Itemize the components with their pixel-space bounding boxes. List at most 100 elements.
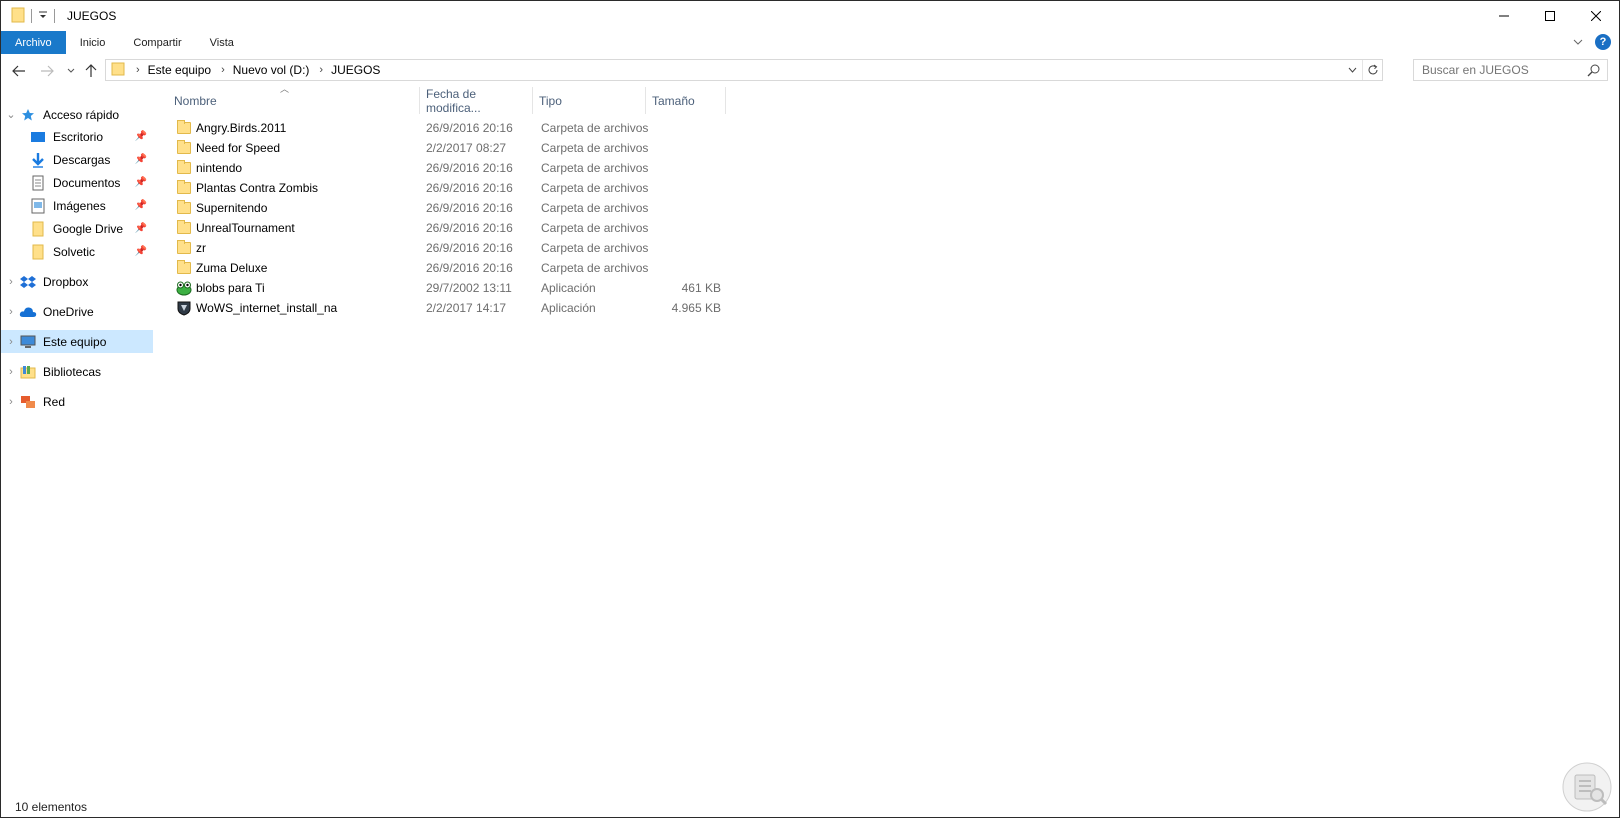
search-input[interactable] xyxy=(1422,63,1582,77)
file-type: Aplicación xyxy=(541,281,596,295)
tab-compartir[interactable]: Compartir xyxy=(119,31,195,54)
file-row[interactable]: Zuma Deluxe 26/9/2016 20:16 Carpeta de a… xyxy=(168,258,728,278)
file-name: WoWS_internet_install_na xyxy=(196,301,338,315)
file-date: 26/9/2016 20:16 xyxy=(426,161,513,175)
nav-item-onedrive[interactable]: › OneDrive xyxy=(1,300,153,323)
refresh-button[interactable] xyxy=(1362,60,1382,80)
folder-icon xyxy=(110,61,126,80)
search-box[interactable] xyxy=(1413,59,1608,81)
nav-item-descargas[interactable]: Descargas 📌 xyxy=(1,148,153,171)
address-bar[interactable]: › Este equipo › Nuevo vol (D:) › JUEGOS xyxy=(105,59,1383,81)
breadcrumb-nuevo-vol[interactable]: Nuevo vol (D:) xyxy=(233,63,310,77)
file-row[interactable]: Angry.Birds.2011 26/9/2016 20:16 Carpeta… xyxy=(168,118,728,138)
file-size: 461 KB xyxy=(681,281,721,295)
file-row[interactable]: nintendo 26/9/2016 20:16 Carpeta de arch… xyxy=(168,158,728,178)
chevron-down-icon[interactable]: ⌄ xyxy=(1,108,19,121)
toolbar-divider xyxy=(31,9,32,23)
breadcrumb-separator-icon[interactable]: › xyxy=(221,64,225,76)
nav-item-documentos[interactable]: Documentos 📌 xyxy=(1,171,153,194)
file-row[interactable]: WoWS_internet_install_na 2/2/2017 14:17 … xyxy=(168,298,728,318)
folder-icon xyxy=(176,220,192,236)
tab-vista[interactable]: Vista xyxy=(196,31,248,54)
recent-locations-button[interactable] xyxy=(61,61,81,81)
maximize-button[interactable] xyxy=(1527,1,1573,31)
column-header-type[interactable]: Tipo xyxy=(533,87,646,114)
up-button[interactable] xyxy=(81,61,101,81)
file-type: Carpeta de archivos xyxy=(541,141,649,155)
file-name: UnrealTournament xyxy=(196,221,295,235)
tab-inicio[interactable]: Inicio xyxy=(66,31,120,54)
pin-icon[interactable]: 📌 xyxy=(135,177,147,188)
window-title: JUEGOS xyxy=(67,9,117,23)
close-button[interactable] xyxy=(1573,1,1619,31)
nav-item-bibliotecas[interactable]: › Bibliotecas xyxy=(1,360,153,383)
file-name: Zuma Deluxe xyxy=(196,261,268,275)
chevron-right-icon[interactable]: › xyxy=(1,306,19,318)
folder-icon xyxy=(176,240,192,256)
column-header-date[interactable]: Fecha de modifica... xyxy=(420,87,533,115)
file-row[interactable]: blobs para Ti 29/7/2002 13:11 Aplicación… xyxy=(168,278,728,298)
pin-icon[interactable]: 📌 xyxy=(135,131,147,142)
minimize-button[interactable] xyxy=(1481,1,1527,31)
file-date: 2/2/2017 08:27 xyxy=(426,141,507,155)
expand-ribbon-icon[interactable] xyxy=(1573,35,1583,49)
back-button[interactable] xyxy=(9,61,29,81)
breadcrumb-separator-icon[interactable]: › xyxy=(319,64,323,76)
file-type: Carpeta de archivos xyxy=(541,161,649,175)
file-type: Carpeta de archivos xyxy=(541,261,649,275)
pin-icon[interactable]: 📌 xyxy=(135,223,147,234)
nav-item-label: Escritorio xyxy=(53,129,104,144)
status-item-count: 10 elementos xyxy=(15,800,88,814)
document-icon xyxy=(29,175,47,191)
nav-item-label: Este equipo xyxy=(43,334,107,349)
file-row[interactable]: Plantas Contra Zombis 26/9/2016 20:16 Ca… xyxy=(168,178,728,198)
nav-item-label: Google Drive xyxy=(53,221,124,236)
nav-item-red[interactable]: › Red xyxy=(1,390,153,413)
nav-item-label: Documentos xyxy=(53,175,121,190)
file-row[interactable]: zr 26/9/2016 20:16 Carpeta de archivos xyxy=(168,238,728,258)
pin-icon[interactable]: 📌 xyxy=(135,154,147,165)
nav-item-este-equipo[interactable]: › Este equipo xyxy=(1,330,153,353)
nav-item-solvetic[interactable]: Solvetic 📌 xyxy=(1,240,153,263)
chevron-right-icon[interactable]: › xyxy=(1,276,19,288)
pin-icon[interactable]: 📌 xyxy=(135,200,147,211)
libraries-icon xyxy=(19,364,37,380)
nav-item-quick-access[interactable]: ⌄ Acceso rápido xyxy=(1,103,153,126)
nav-item-dropbox[interactable]: › Dropbox xyxy=(1,270,153,293)
file-row[interactable]: Need for Speed 2/2/2017 08:27 Carpeta de… xyxy=(168,138,728,158)
chevron-right-icon[interactable]: › xyxy=(1,396,19,408)
nav-item-google-drive[interactable]: Google Drive 📌 xyxy=(1,217,153,240)
explorer-window: JUEGOS Archivo Inicio Compartir Vista ? xyxy=(0,0,1620,818)
file-size: 4.965 KB xyxy=(671,301,721,315)
nav-item-label: Imágenes xyxy=(53,198,106,213)
column-header-size[interactable]: Tamaño xyxy=(646,87,726,114)
help-icon[interactable]: ? xyxy=(1595,34,1611,50)
forward-button[interactable] xyxy=(37,61,57,81)
search-icon[interactable] xyxy=(1587,63,1601,80)
pictures-icon xyxy=(29,198,47,214)
column-header-name[interactable]: Nombre xyxy=(168,87,420,114)
breadcrumb-este-equipo[interactable]: Este equipo xyxy=(148,63,211,77)
file-date: 2/2/2017 14:17 xyxy=(426,301,507,315)
file-type: Carpeta de archivos xyxy=(541,201,649,215)
file-type: Carpeta de archivos xyxy=(541,241,649,255)
tab-archivo[interactable]: Archivo xyxy=(1,31,66,54)
nav-item-imagenes[interactable]: Imágenes 📌 xyxy=(1,194,153,217)
file-row[interactable]: Supernitendo 26/9/2016 20:16 Carpeta de … xyxy=(168,198,728,218)
ribbon-tabs: Archivo Inicio Compartir Vista ? xyxy=(1,31,1619,54)
file-row[interactable]: UnrealTournament 26/9/2016 20:16 Carpeta… xyxy=(168,218,728,238)
chevron-right-icon[interactable]: › xyxy=(1,366,19,378)
nav-item-label: Dropbox xyxy=(43,274,89,289)
address-dropdown-button[interactable] xyxy=(1342,60,1362,80)
customize-toolbar-icon[interactable] xyxy=(38,9,48,23)
file-type: Aplicación xyxy=(541,301,596,315)
star-icon xyxy=(19,107,37,123)
pin-icon[interactable]: 📌 xyxy=(135,246,147,257)
breadcrumb-juegos[interactable]: JUEGOS xyxy=(331,63,380,77)
breadcrumb-separator-icon[interactable]: › xyxy=(136,64,140,76)
nav-item-label: Bibliotecas xyxy=(43,364,102,379)
folder-icon[interactable] xyxy=(11,7,25,26)
chevron-right-icon[interactable]: › xyxy=(1,336,19,348)
nav-item-escritorio[interactable]: Escritorio 📌 xyxy=(1,125,153,148)
desktop-icon xyxy=(29,129,47,145)
